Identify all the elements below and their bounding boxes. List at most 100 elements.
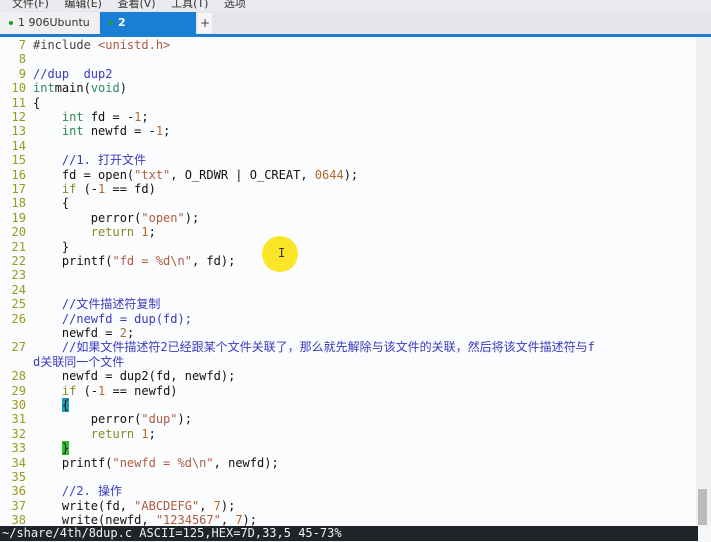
code-line: 9 //dup dup2 bbox=[0, 66, 113, 81]
menu-file[interactable]: 文件(F) bbox=[12, 0, 49, 9]
code-token: <unistd.h> bbox=[98, 38, 171, 52]
scrollbar-thumb[interactable] bbox=[698, 489, 707, 525]
code-token: newfd = bbox=[33, 326, 120, 340]
line-number: 17 bbox=[11, 182, 26, 196]
status-line: ~/share/4th/8dup.c ASCII=125,HEX=7D,33,5… bbox=[0, 526, 698, 541]
code-token: ; bbox=[163, 124, 171, 139]
code-token: main( bbox=[54, 81, 91, 96]
line-number: 28 bbox=[11, 369, 26, 384]
code-token: return bbox=[90, 225, 135, 240]
code-token: "dup" bbox=[141, 412, 178, 427]
code-line: 22 printf("fd = %d\n", fd); bbox=[0, 254, 236, 268]
text-cursor-icon: I bbox=[278, 246, 286, 260]
code-line: 10 intmain(void) bbox=[0, 81, 127, 95]
tab-session-2[interactable]: 2 906Ubuntu × bbox=[100, 12, 196, 51]
line-number: 23 bbox=[11, 268, 26, 283]
code-token: 1 bbox=[141, 426, 149, 441]
line-number: 33 bbox=[11, 441, 26, 456]
code-token: "1234567" bbox=[155, 513, 221, 526]
new-tab-button[interactable]: + bbox=[198, 13, 212, 33]
code-line: 38 write(newfd, "1234567", 7); bbox=[0, 513, 257, 526]
code-line: 34 printf("newfd = %d\n", newfd); bbox=[0, 456, 279, 470]
code-token: void bbox=[90, 81, 120, 96]
code-token: , O_RDWR | O_CREAT, bbox=[170, 167, 315, 182]
code-token: , bbox=[199, 498, 214, 513]
line-number: 21 bbox=[11, 239, 26, 254]
menu-options[interactable]: 选项 bbox=[224, 0, 246, 9]
line-number: 20 bbox=[11, 225, 26, 240]
line-number: 35 bbox=[11, 470, 26, 484]
line-number: 30 bbox=[11, 398, 26, 412]
code-token: write(fd, bbox=[33, 498, 135, 513]
code-token: 1 bbox=[155, 124, 164, 139]
code-line: 37 write(fd, "ABCDEFG", 7); bbox=[0, 498, 236, 513]
code-token: "fd = %d\n" bbox=[112, 254, 192, 268]
menu-bar: 文件(F) 编辑(E) 查看(V) 工具(T) 选项 bbox=[0, 0, 711, 11]
code-editor[interactable]: 7 #include <unistd.h> 8 9//dup dup2 10 intmai… bbox=[0, 37, 696, 526]
code-token: ); bbox=[177, 412, 192, 427]
menu-tools[interactable]: 工具(T) bbox=[171, 0, 208, 9]
code-line: 33 } bbox=[0, 441, 70, 456]
code-line: 31 perror("dup"); bbox=[0, 412, 192, 426]
line-number: 24 bbox=[11, 282, 26, 297]
line-number: 8 bbox=[18, 52, 26, 67]
code-line: 20 return 1; bbox=[0, 225, 156, 239]
line-number: 27 bbox=[11, 340, 26, 355]
code-token: //dup dup2 bbox=[33, 66, 113, 81]
tab-label: 1 906Ubuntu bbox=[18, 16, 90, 29]
code-token: perror( bbox=[33, 412, 142, 427]
line-number: 12 bbox=[11, 110, 26, 124]
code-line: 32 return 1; bbox=[0, 427, 156, 441]
code-line: 26 //newfd = dup(fd); bbox=[0, 312, 192, 326]
connected-status-icon bbox=[109, 21, 113, 25]
code-line: 21 } bbox=[0, 239, 70, 254]
code-token: { bbox=[61, 398, 70, 412]
code-token: ); bbox=[242, 513, 257, 526]
connected-status-icon bbox=[9, 21, 13, 25]
code-token: 7 bbox=[213, 498, 221, 513]
code-line: 16 fd = open("txt", O_RDWR | O_CREAT, 06… bbox=[0, 167, 359, 182]
line-number: 10 bbox=[11, 81, 26, 96]
code-token: "open" bbox=[141, 210, 185, 225]
menu-edit[interactable]: 编辑(E) bbox=[64, 0, 102, 9]
code-token: , newfd); bbox=[213, 455, 279, 470]
code-token: //如果文件描述符2已经跟某个文件关联了，那么就先解除与该文件的关联，然后将该文… bbox=[61, 340, 595, 355]
vertical-scrollbar[interactable] bbox=[696, 37, 711, 526]
code-token: { bbox=[33, 196, 70, 211]
code-line: 35 bbox=[0, 470, 33, 484]
code-token: //2. 操作 bbox=[61, 484, 123, 499]
code-token: if bbox=[61, 383, 77, 398]
code-line: 29 if (-1 == newfd) bbox=[0, 384, 178, 398]
code-token: , bbox=[220, 513, 236, 526]
code-token: (- bbox=[76, 383, 99, 398]
menu-view[interactable]: 查看(V) bbox=[117, 0, 155, 9]
code-line: 28 newfd = dup2(fd, newfd); bbox=[0, 369, 236, 384]
code-token: } bbox=[61, 441, 70, 456]
code-token: return bbox=[90, 426, 135, 441]
code-token: "ABCDEFG" bbox=[134, 498, 200, 513]
code-line: 19 perror("open"); bbox=[0, 210, 200, 225]
code-token: printf( bbox=[33, 254, 113, 268]
code-token: newfd = - bbox=[83, 124, 156, 139]
code-token: //1. 打开文件 bbox=[61, 153, 147, 168]
code-token: ; bbox=[126, 326, 135, 340]
code-line: 7 #include <unistd.h> bbox=[0, 38, 171, 52]
code-line: 15 //1. 打开文件 bbox=[0, 153, 146, 167]
tab-session-1[interactable]: 1 906Ubuntu bbox=[0, 12, 99, 34]
code-token: { bbox=[33, 95, 41, 110]
code-line: 23 bbox=[0, 268, 33, 282]
code-token: write(newfd, bbox=[33, 513, 156, 526]
code-token: == newfd) bbox=[105, 383, 178, 398]
line-number: 36 bbox=[11, 484, 26, 499]
code-line: 24 bbox=[0, 283, 33, 297]
